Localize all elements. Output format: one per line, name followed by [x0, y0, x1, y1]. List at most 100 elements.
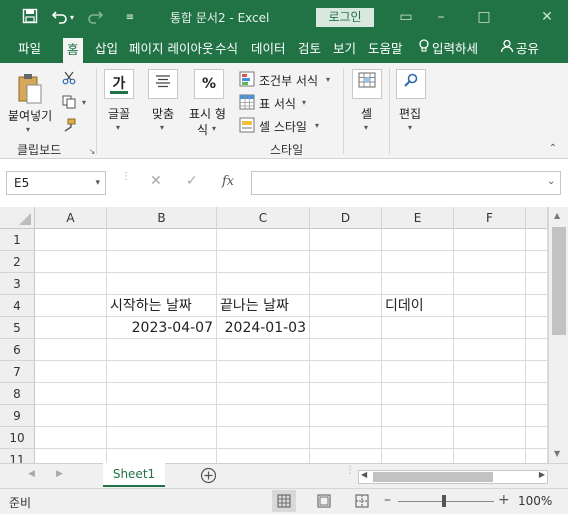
- cell-b8[interactable]: [107, 383, 217, 405]
- cell-a1[interactable]: [35, 229, 107, 251]
- editing-button[interactable]: 편집 ▾: [395, 69, 429, 137]
- zoom-slider-thumb[interactable]: [442, 495, 446, 507]
- horizontal-scrollbar[interactable]: ◀ ▶: [358, 470, 548, 484]
- cell-g5[interactable]: [526, 317, 548, 339]
- column-header-d[interactable]: D: [310, 207, 382, 229]
- column-header-e[interactable]: E: [382, 207, 454, 229]
- tab-review[interactable]: 검토: [298, 36, 321, 63]
- cell-g2[interactable]: [526, 251, 548, 273]
- formula-input[interactable]: [251, 171, 561, 195]
- undo-dropdown-icon[interactable]: ▾: [67, 8, 77, 28]
- tab-file[interactable]: 파일: [18, 36, 41, 63]
- row-header-8[interactable]: 8: [0, 383, 35, 405]
- cell-c7[interactable]: [217, 361, 310, 383]
- cell-d9[interactable]: [310, 405, 382, 427]
- name-box[interactable]: E5 ▾: [6, 171, 106, 195]
- cell-g9[interactable]: [526, 405, 548, 427]
- customize-qat-icon[interactable]: ≡: [120, 8, 140, 28]
- cell-b11[interactable]: [107, 449, 217, 463]
- cell-d6[interactable]: [310, 339, 382, 361]
- cell-f9[interactable]: [454, 405, 526, 427]
- name-box-dropdown-icon[interactable]: ▾: [95, 172, 100, 194]
- cell-a6[interactable]: [35, 339, 107, 361]
- number-format-button[interactable]: % 표시 형 식 ▾: [189, 69, 231, 137]
- column-header-f[interactable]: F: [454, 207, 526, 229]
- scroll-down-icon[interactable]: ▼: [554, 449, 560, 458]
- cell-c11[interactable]: [217, 449, 310, 463]
- cell-d11[interactable]: [310, 449, 382, 463]
- horizontal-scroll-thumb[interactable]: [373, 472, 493, 482]
- cell-g10[interactable]: [526, 427, 548, 449]
- prev-sheet-icon[interactable]: ◀: [28, 469, 35, 479]
- scroll-right-icon[interactable]: ▶: [539, 470, 545, 479]
- cell-c4[interactable]: 끝나는 날짜: [217, 295, 310, 317]
- cell-a7[interactable]: [35, 361, 107, 383]
- cell-e11[interactable]: [382, 449, 454, 463]
- close-icon[interactable]: ✕: [536, 7, 558, 27]
- cell-f1[interactable]: [454, 229, 526, 251]
- cell-f5[interactable]: [454, 317, 526, 339]
- cell-c8[interactable]: [217, 383, 310, 405]
- tab-formulas[interactable]: 수식: [215, 36, 238, 63]
- cell-d5[interactable]: [310, 317, 382, 339]
- insert-function-icon[interactable]: fx: [222, 174, 234, 189]
- cell-f3[interactable]: [454, 273, 526, 295]
- cut-icon[interactable]: [61, 71, 77, 87]
- tab-view[interactable]: 보기: [333, 36, 356, 63]
- zoom-level[interactable]: 100%: [518, 494, 552, 508]
- cell-c5[interactable]: 2024-01-03: [217, 317, 310, 339]
- cell-g1[interactable]: [526, 229, 548, 251]
- column-header-g[interactable]: [526, 207, 548, 229]
- tell-me-button[interactable]: 입력하세: [418, 36, 478, 63]
- cell-b10[interactable]: [107, 427, 217, 449]
- cell-b1[interactable]: [107, 229, 217, 251]
- copy-icon[interactable]: [61, 95, 77, 111]
- cell-a9[interactable]: [35, 405, 107, 427]
- cell-e4[interactable]: 디데이: [382, 295, 454, 317]
- ribbon-display-options-icon[interactable]: ▭: [395, 7, 417, 27]
- clipboard-launcher-icon[interactable]: ↘: [84, 144, 100, 160]
- cell-d3[interactable]: [310, 273, 382, 295]
- cell-e7[interactable]: [382, 361, 454, 383]
- column-header-a[interactable]: A: [35, 207, 107, 229]
- alignment-button[interactable]: 맞춤 ▾: [147, 69, 181, 137]
- cell-b3[interactable]: [107, 273, 217, 295]
- row-header-1[interactable]: 1: [0, 229, 35, 251]
- cell-d2[interactable]: [310, 251, 382, 273]
- page-layout-view-icon[interactable]: [312, 490, 336, 512]
- cells-button[interactable]: 셀 ▾: [351, 69, 385, 137]
- cell-a3[interactable]: [35, 273, 107, 295]
- scroll-up-icon[interactable]: ▲: [554, 211, 560, 220]
- zoom-in-icon[interactable]: +: [498, 492, 510, 508]
- cell-e3[interactable]: [382, 273, 454, 295]
- cell-b5[interactable]: 2023-04-07: [107, 317, 217, 339]
- cell-f7[interactable]: [454, 361, 526, 383]
- cell-d8[interactable]: [310, 383, 382, 405]
- tab-home[interactable]: 홈: [63, 38, 83, 65]
- cell-f4[interactable]: [454, 295, 526, 317]
- save-icon[interactable]: [20, 8, 40, 28]
- column-header-c[interactable]: C: [217, 207, 310, 229]
- cell-style-button[interactable]: 셀 스타일 ▾: [239, 116, 335, 136]
- format-painter-icon[interactable]: [61, 118, 77, 134]
- enter-formula-icon[interactable]: ✓: [186, 173, 198, 189]
- share-button[interactable]: 공유: [500, 36, 539, 63]
- table-format-button[interactable]: 표 서식 ▾: [239, 93, 335, 113]
- cell-e2[interactable]: [382, 251, 454, 273]
- cell-c6[interactable]: [217, 339, 310, 361]
- cell-d4[interactable]: [310, 295, 382, 317]
- row-header-10[interactable]: 10: [0, 427, 35, 449]
- cell-c10[interactable]: [217, 427, 310, 449]
- paste-button[interactable]: 붙여넣기 ▾: [8, 71, 52, 134]
- redo-icon[interactable]: [85, 8, 105, 28]
- cell-f11[interactable]: [454, 449, 526, 463]
- column-header-b[interactable]: B: [107, 207, 217, 229]
- cell-b2[interactable]: [107, 251, 217, 273]
- maximize-icon[interactable]: □: [473, 7, 495, 27]
- cell-c2[interactable]: [217, 251, 310, 273]
- cell-a11[interactable]: [35, 449, 107, 463]
- cell-g8[interactable]: [526, 383, 548, 405]
- cell-a4[interactable]: [35, 295, 107, 317]
- minimize-icon[interactable]: –: [430, 7, 452, 27]
- cell-g11[interactable]: [526, 449, 548, 463]
